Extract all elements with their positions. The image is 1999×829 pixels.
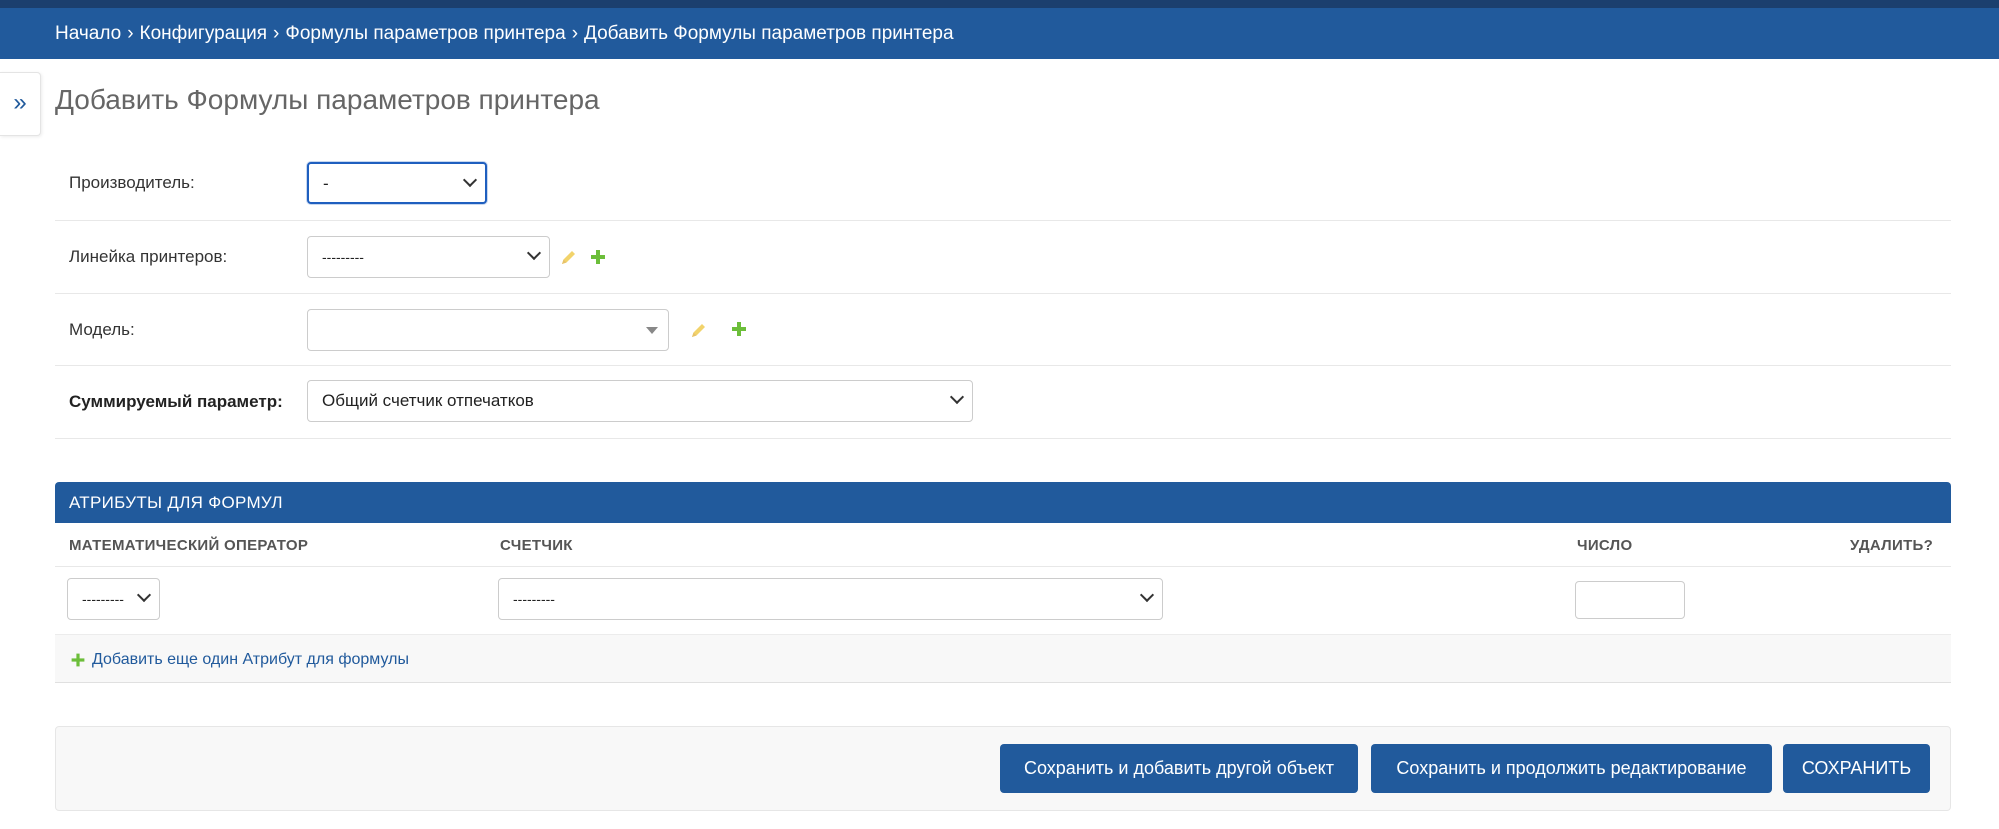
operator-select[interactable]: --------- [67,578,160,620]
model-label: Модель: [69,320,135,339]
model-select[interactable] [307,309,669,351]
breadcrumb-current: Добавить Формулы параметров принтера [584,23,954,44]
breadcrumb-model[interactable]: Формулы параметров принтера [285,23,565,44]
form-row-summed-parameter: Суммируемый параметр: Общий счетчик отпе… [55,366,1951,439]
counter-select[interactable]: --------- [498,578,1163,620]
breadcrumb-separator: › [571,23,579,44]
nav-sidebar-toggle[interactable]: » [0,72,41,136]
save-add-another-button[interactable]: Сохранить и добавить другой объект [1000,744,1358,793]
inline-title: АТРИБУТЫ ДЛЯ ФОРМУЛ [55,482,1951,523]
save-continue-button[interactable]: Сохранить и продолжить редактирование [1371,744,1772,793]
manufacturer-label: Производитель: [69,173,195,192]
printer-line-label: Линейка принтеров: [69,247,228,266]
summed-parameter-select[interactable]: Общий счетчик отпечатков [307,380,973,422]
pencil-icon[interactable] [689,320,709,340]
manufacturer-select[interactable]: - [307,162,487,204]
plus-icon[interactable] [729,319,749,339]
breadcrumb-separator: › [273,23,280,44]
printer-line-value: --------- [322,249,364,265]
plus-icon [71,653,85,667]
column-header-delete: УДАЛИТЬ? [1850,537,1934,554]
breadcrumb-home[interactable]: Начало [55,23,121,44]
operator-value: --------- [82,591,124,607]
breadcrumb: Начало › Конфигурация › Формулы параметров п… [0,8,1999,59]
top-bar [0,0,1999,8]
summed-parameter-label: Суммируемый параметр: [69,392,283,411]
form-row-model: Модель: [55,294,1951,366]
chevron-down-icon [136,587,152,603]
column-header-number: ЧИСЛО [1577,537,1633,554]
manufacturer-value: - [323,174,329,193]
column-header-counter: СЧЕТЧИК [500,537,573,554]
breadcrumb-configuration[interactable]: Конфигурация [140,23,268,44]
chevron-down-icon [949,389,965,405]
column-header-operator: МАТЕМАТИЧЕСКИЙ ОПЕРАТОР [69,537,309,554]
form-row-printer-line: Линейка принтеров: --------- [55,221,1951,294]
breadcrumb-separator: › [127,23,134,44]
chevron-down-icon [462,172,478,188]
counter-value: --------- [513,591,555,607]
page-title: Добавить Формулы параметров принтера [55,84,600,115]
add-another-attribute-label: Добавить еще один Атрибут для формулы [92,651,409,668]
form-row-manufacturer: Производитель: - [55,148,1951,221]
plus-icon[interactable] [588,247,608,267]
summed-parameter-value: Общий счетчик отпечатков [322,391,534,410]
pencil-icon[interactable] [559,247,579,267]
add-another-attribute-link[interactable]: Добавить еще один Атрибут для формулы [55,634,1951,683]
submit-row: Сохранить и добавить другой объект Сохра… [55,726,1951,811]
number-input[interactable] [1575,581,1685,619]
chevron-down-icon [1139,587,1155,603]
save-button[interactable]: СОХРАНИТЬ [1783,744,1930,793]
printer-line-select[interactable]: --------- [307,236,550,278]
caret-down-icon [646,327,658,334]
chevron-down-icon [526,245,542,261]
